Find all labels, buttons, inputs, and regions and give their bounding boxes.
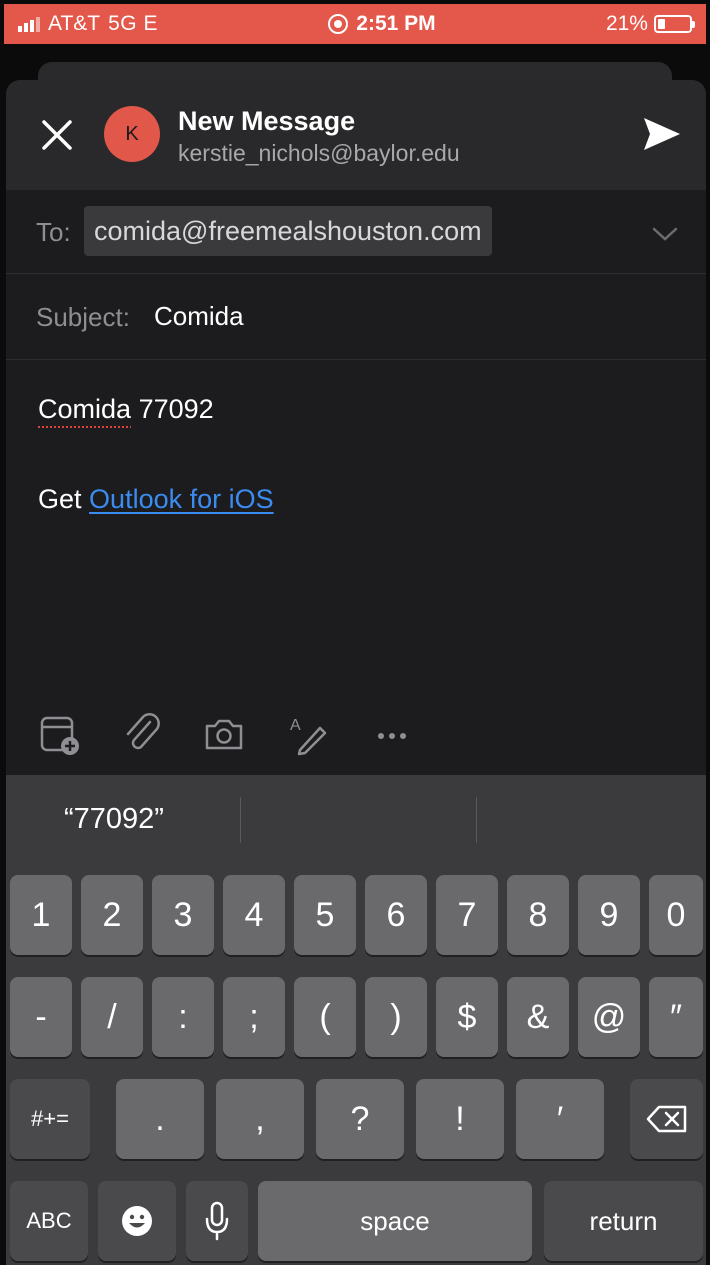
signature-prefix: Get xyxy=(38,484,82,514)
key[interactable]: 3 xyxy=(152,875,214,955)
to-label: To: xyxy=(36,217,71,247)
key[interactable]: 8 xyxy=(507,875,569,955)
status-left: AT&T 5G E xyxy=(18,12,158,36)
status-bar: AT&T 5G E 2:51 PM 21% xyxy=(4,4,706,44)
key[interactable]: 0 xyxy=(649,875,703,955)
battery-icon xyxy=(653,15,695,33)
draw-icon[interactable]: A xyxy=(286,712,330,756)
recipient-chip[interactable]: comida@freemealshouston.com xyxy=(84,206,492,256)
compose-toolbar: A xyxy=(6,712,706,762)
subject-field-row[interactable]: Subject: Comida xyxy=(6,274,706,360)
key[interactable]: ′ xyxy=(516,1079,604,1159)
backspace-icon xyxy=(646,1105,686,1133)
key[interactable]: ( xyxy=(294,977,356,1057)
status-right: 21% xyxy=(605,12,695,36)
camera-icon[interactable] xyxy=(202,712,246,756)
keyboard: “77092” 1 2 3 4 5 6 7 8 9 0 - / : ; ( ) … xyxy=(6,775,706,1265)
compose-header: K New Message kerstie_nichols@baylor.edu xyxy=(6,80,706,190)
key[interactable]: ; xyxy=(223,977,285,1057)
message-body-line[interactable]: Comida 77092 xyxy=(38,394,214,425)
suggestion-1[interactable]: “77092” xyxy=(64,803,164,836)
attachment-icon[interactable] xyxy=(120,712,164,756)
key[interactable]: . xyxy=(116,1079,204,1159)
key[interactable]: 6 xyxy=(365,875,427,955)
signature-line: Get Outlook for iOS xyxy=(38,484,274,515)
avatar[interactable]: K xyxy=(104,106,160,162)
delete-key[interactable] xyxy=(630,1079,703,1159)
suggestion-divider xyxy=(240,797,241,843)
emoji-key[interactable] xyxy=(98,1181,176,1261)
close-button[interactable] xyxy=(36,114,78,156)
close-icon xyxy=(42,120,72,150)
key[interactable]: ″ xyxy=(649,977,703,1057)
to-field-row[interactable]: To: comida@freemealshouston.com xyxy=(6,190,706,274)
dictation-key[interactable] xyxy=(186,1181,248,1261)
compose-sheet: K New Message kerstie_nichols@baylor.edu… xyxy=(6,80,706,775)
battery-percent: 21% xyxy=(605,12,648,35)
screen-record-icon xyxy=(328,14,349,34)
sender-account[interactable]: kerstie_nichols@baylor.edu xyxy=(178,140,460,167)
symbols-key[interactable]: #+= xyxy=(10,1079,90,1159)
svg-text:A: A xyxy=(290,717,301,734)
network-label: 5G E xyxy=(108,12,158,35)
key[interactable]: , xyxy=(216,1079,304,1159)
chevron-down-icon[interactable] xyxy=(652,226,678,242)
clock: 2:51 PM xyxy=(356,12,436,35)
key[interactable]: : xyxy=(152,977,214,1057)
key[interactable]: ? xyxy=(316,1079,404,1159)
key[interactable]: 9 xyxy=(578,875,640,955)
more-icon[interactable] xyxy=(370,712,414,756)
compose-title: New Message xyxy=(178,106,356,136)
send-icon xyxy=(644,118,680,150)
suggestion-divider xyxy=(476,797,477,843)
key[interactable]: ! xyxy=(416,1079,504,1159)
key[interactable]: 5 xyxy=(294,875,356,955)
misspelled-word[interactable]: Comida xyxy=(38,394,131,424)
outlook-ios-link[interactable]: Outlook for iOS xyxy=(89,484,274,514)
subject-input[interactable]: Comida xyxy=(154,301,244,332)
status-center: 2:51 PM xyxy=(328,12,436,36)
key[interactable]: @ xyxy=(578,977,640,1057)
carrier-label: AT&T xyxy=(48,12,101,35)
key[interactable]: / xyxy=(81,977,143,1057)
key[interactable]: - xyxy=(10,977,72,1057)
key[interactable]: ) xyxy=(365,977,427,1057)
abc-key[interactable]: ABC xyxy=(10,1181,88,1261)
send-button[interactable] xyxy=(640,112,684,156)
key[interactable]: $ xyxy=(436,977,498,1057)
calendar-add-icon[interactable] xyxy=(38,712,82,756)
subject-label: Subject: xyxy=(36,302,130,332)
signal-icon xyxy=(18,16,40,32)
return-key[interactable]: return xyxy=(544,1181,703,1261)
key[interactable]: 4 xyxy=(223,875,285,955)
key[interactable]: & xyxy=(507,977,569,1057)
key[interactable]: 1 xyxy=(10,875,72,955)
space-key[interactable]: space xyxy=(258,1181,532,1261)
key[interactable]: 2 xyxy=(81,875,143,955)
microphone-icon xyxy=(205,1201,229,1241)
suggestion-bar: “77092” xyxy=(6,775,706,873)
emoji-icon xyxy=(122,1206,152,1236)
body-zip-code: 77092 xyxy=(138,394,214,424)
key[interactable]: 7 xyxy=(436,875,498,955)
